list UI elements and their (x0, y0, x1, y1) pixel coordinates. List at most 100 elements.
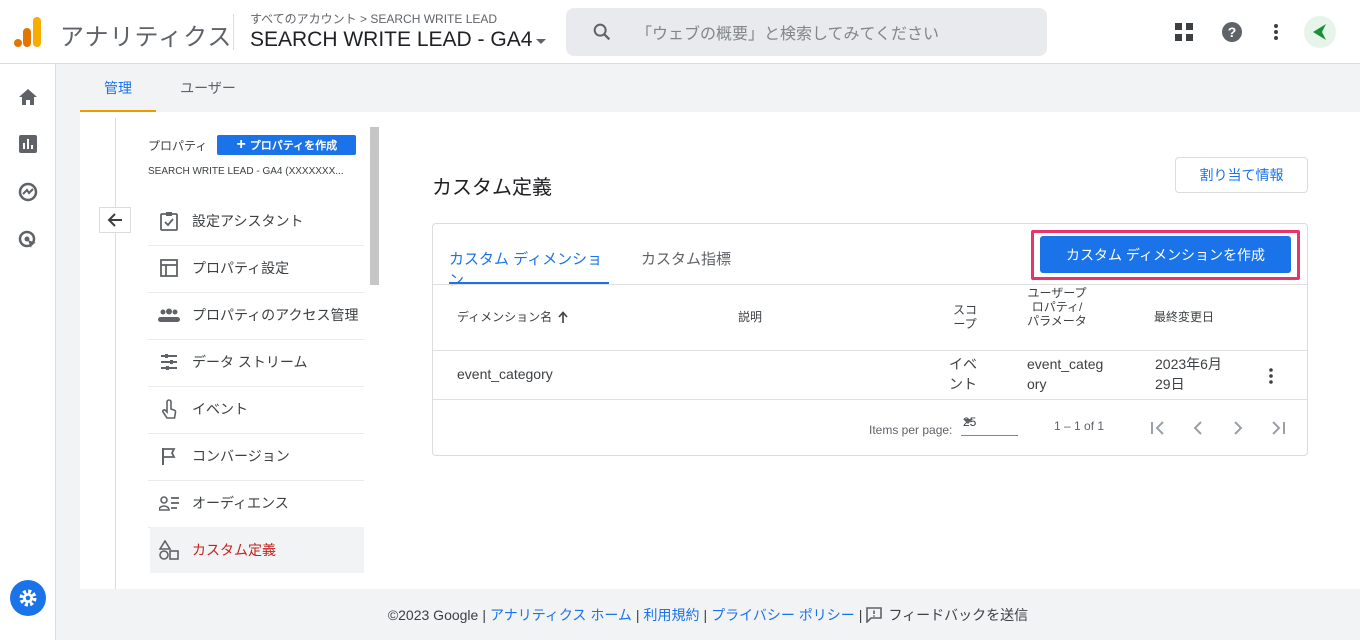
property-header: プロパティ + プロパティを作成 (148, 135, 357, 155)
property-name: SEARCH WRITE LEAD - GA4 (250, 28, 533, 51)
property-selector[interactable]: SEARCH WRITE LEAD - GA4 (250, 28, 547, 52)
menu-item-setup-assistant[interactable]: 設定アシスタント (150, 198, 364, 244)
create-property-button[interactable]: + プロパティを作成 (217, 135, 357, 155)
menu-item-label: プロパティ設定 (192, 260, 290, 276)
menu-item-label: イベント (192, 401, 248, 417)
arrow-back-icon (107, 213, 122, 227)
assignment-info-button[interactable]: 割り当て情報 (1175, 157, 1308, 193)
items-per-page-select[interactable]: 25 (961, 411, 1018, 436)
layout-icon (158, 257, 180, 279)
table-divider (433, 350, 1307, 351)
app-title: アナリティクス (60, 24, 233, 51)
column-header-name[interactable]: ディメンション名 (457, 310, 568, 324)
plus-icon: + (236, 136, 246, 153)
help-icon[interactable]: ? (1220, 20, 1244, 44)
cell-dimension-name: event_category (457, 366, 553, 382)
explore-icon[interactable] (16, 180, 40, 204)
create-property-label: プロパティを作成 (249, 140, 338, 152)
feedback-icon (866, 606, 883, 623)
dropdown-arrow-icon (963, 419, 973, 424)
home-icon[interactable] (16, 85, 40, 109)
feedback-link[interactable]: フィードバックを送信 (866, 605, 1028, 625)
column-header-scope: スコープ (952, 303, 977, 331)
touch-icon (158, 398, 180, 420)
menu-item-label: 設定アシスタント (192, 213, 304, 229)
flag-icon (158, 445, 180, 467)
footer: ©2023 Google | アナリティクス ホーム | 利用規約 | プライバ… (56, 589, 1360, 640)
pagination-range: 1 – 1 of 1 (1054, 419, 1105, 433)
people-icon (158, 304, 180, 326)
back-button[interactable] (99, 207, 131, 233)
analytics-logo-icon[interactable] (14, 17, 42, 47)
menu-item-data-streams[interactable]: データ ストリーム (150, 339, 364, 385)
search-bar[interactable]: 「ウェブの概要」と検索してみてください (566, 8, 1047, 56)
property-account-selector[interactable]: SEARCH WRITE LEAD - GA4 (XXXXXXX... (148, 166, 358, 177)
top-bar: アナリティクス すべてのアカウント > SEARCH WRITE LEAD SE… (0, 0, 1360, 64)
left-nav-rail (0, 64, 56, 640)
tab-admin[interactable]: 管理 (80, 64, 156, 112)
tab-user[interactable]: ユーザー (168, 64, 248, 112)
table-divider (433, 399, 1307, 400)
admin-tabs: 管理 ユーザー (56, 64, 1360, 112)
footer-link-terms[interactable]: 利用規約 (644, 605, 700, 625)
previous-page-icon[interactable] (1187, 417, 1209, 439)
apps-grid-icon[interactable] (1172, 20, 1196, 44)
svg-text:?: ? (1228, 24, 1237, 40)
menu-item-property-settings[interactable]: プロパティ設定 (150, 245, 364, 291)
search-placeholder: 「ウェブの概要」と検索してみてください (636, 26, 940, 43)
panel-divider (115, 118, 116, 589)
footer-separator: | (635, 606, 640, 623)
copyright: ©2023 Google (387, 606, 479, 623)
cell-scope: イベント (949, 356, 977, 392)
footer-separator: | (858, 606, 863, 623)
menu-item-access-management[interactable]: プロパティのアクセス管理 (150, 292, 364, 338)
advertising-icon[interactable] (16, 228, 40, 252)
first-page-icon[interactable] (1147, 417, 1169, 439)
next-page-icon[interactable] (1227, 417, 1249, 439)
avatar[interactable] (1304, 16, 1336, 48)
footer-link-privacy[interactable]: プライバシー ポリシー (711, 605, 855, 625)
footer-separator: | (703, 606, 708, 623)
menu-item-conversions[interactable]: コンバージョン (150, 433, 364, 479)
feedback-label: フィードバックを送信 (888, 606, 1029, 623)
create-custom-dimension-button[interactable]: カスタム ディメンションを作成 (1040, 236, 1291, 273)
arrow-upward-icon (558, 311, 568, 323)
footer-link-analytics-home[interactable]: アナリティクス ホーム (490, 605, 632, 625)
page-title: カスタム定義 (432, 177, 552, 199)
streams-icon (158, 351, 180, 373)
gear-icon (19, 589, 37, 607)
row-more-icon[interactable] (1263, 366, 1279, 386)
menu-item-label: カスタム定義 (192, 542, 276, 558)
checklist-icon (158, 210, 180, 232)
footer-separator: | (482, 606, 486, 623)
menu-item-label: コンバージョン (192, 448, 290, 464)
menu-scrollbar[interactable] (370, 127, 379, 285)
menu-item-label: プロパティのアクセス管理 (192, 307, 359, 323)
property-label: プロパティ (148, 138, 208, 153)
audience-icon (158, 492, 180, 514)
cell-user-property: event_category (1027, 356, 1104, 392)
column-header-label: ディメンション名 (457, 310, 553, 324)
column-header-last-modified: 最終変更日 (1154, 310, 1215, 324)
admin-settings-button[interactable] (10, 580, 46, 616)
reports-icon[interactable] (16, 132, 40, 156)
header-divider (233, 14, 234, 50)
menu-item-events[interactable]: イベント (150, 386, 364, 432)
tab-custom-metrics[interactable]: カスタム指標 (641, 248, 731, 284)
search-icon (593, 23, 611, 41)
breadcrumb[interactable]: すべてのアカウント > SEARCH WRITE LEAD (250, 10, 497, 27)
menu-item-custom-definitions[interactable]: カスタム定義 (150, 527, 364, 573)
shapes-icon (158, 539, 180, 561)
last-page-icon[interactable] (1267, 417, 1289, 439)
menu-item-label: データ ストリーム (192, 354, 308, 370)
menu-item-audiences[interactable]: オーディエンス (150, 480, 364, 526)
chevron-down-icon (536, 39, 547, 44)
cell-last-modified: 2023年6月29日 (1155, 356, 1222, 392)
menu-item-label: オーディエンス (192, 495, 289, 511)
table-divider (433, 284, 1307, 285)
column-header-description: 説明 (738, 310, 763, 324)
tab-custom-dimensions[interactable]: カスタム ディメンション (449, 248, 609, 289)
column-header-user-property: ユーザープロパティ/ パラメータ (1027, 286, 1087, 328)
more-vert-icon[interactable] (1264, 20, 1288, 44)
items-per-page-label: Items per page: (869, 423, 953, 437)
